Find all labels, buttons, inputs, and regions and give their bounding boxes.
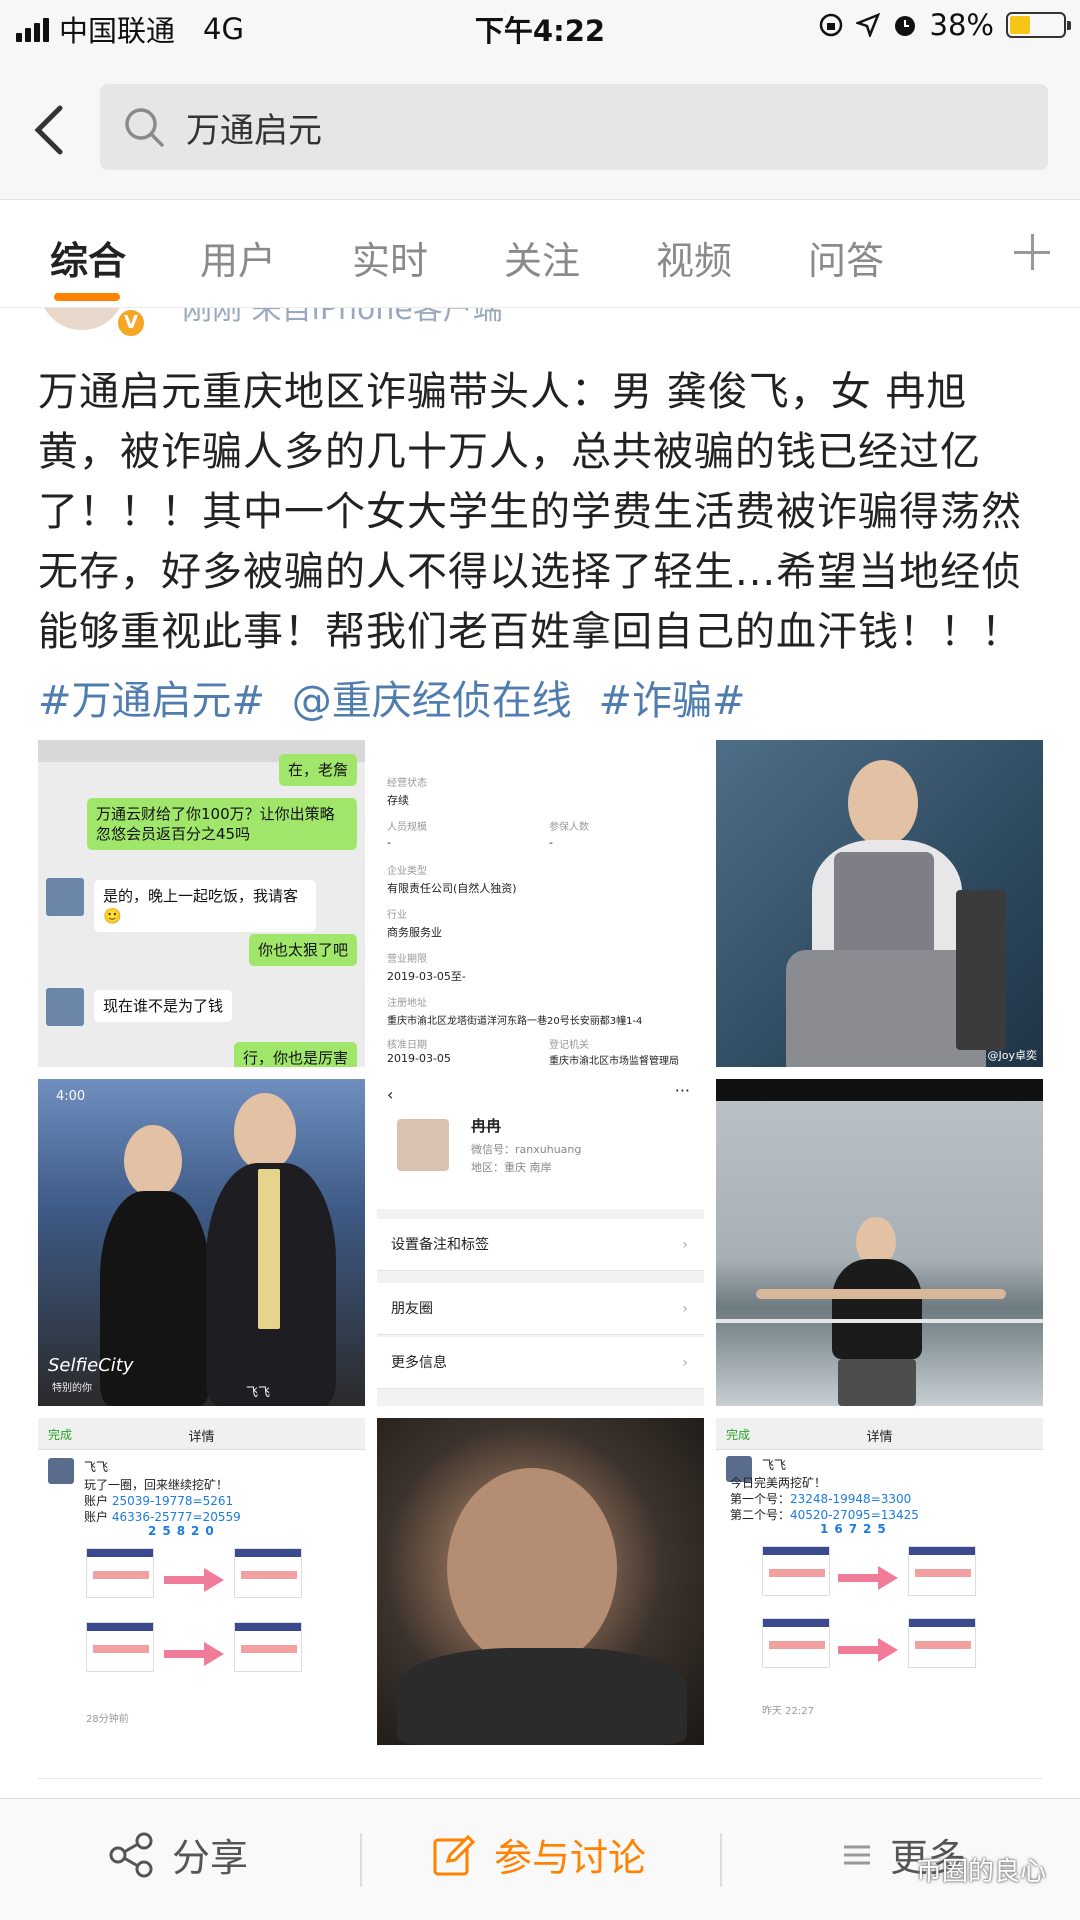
selfie-photo[interactable]: 4:00 SelfieCity 特别的你 飞飞 xyxy=(38,1079,365,1406)
mention-link[interactable]: @重庆经侦在线 xyxy=(292,678,572,724)
active-tab-indicator xyxy=(54,293,120,301)
battery-percent: 38% xyxy=(929,8,994,42)
watermark: 币圈的良心 xyxy=(915,1857,1046,1887)
arrow-icon xyxy=(838,1638,898,1662)
tab-video[interactable]: 视频 xyxy=(656,230,732,285)
rotation-lock-icon xyxy=(819,13,842,37)
chat-screenshot-image[interactable]: 在，老詹 万通云财给了你100万？让你出策略忽悠会员返百分之45吗 是的，晚上一… xyxy=(38,740,365,1067)
share-icon xyxy=(109,1832,153,1877)
search-header xyxy=(0,54,1080,200)
chat-bubble: 行，你也是厉害 xyxy=(233,1042,357,1067)
image-grid: 在，老詹 万通云财给了你100万？让你出策略忽悠会员返百分之45吗 是的，晚上一… xyxy=(38,740,1043,1745)
selfie-brand: SelfieCity xyxy=(48,1355,134,1376)
chevron-right-icon: › xyxy=(682,1355,688,1371)
chat-bubble: 你也太狠了吧 xyxy=(248,934,357,966)
status-bar: 中国联通 4G 下午4:22 38% xyxy=(0,0,1080,54)
bottom-action-bar: 分享 参与讨论 更多 币圈的良心 xyxy=(0,1798,1080,1920)
add-tab-icon[interactable] xyxy=(1014,234,1050,270)
portrait-photo[interactable]: @Joy卓奕 xyxy=(716,740,1043,1067)
chat-bubble: 在，老詹 xyxy=(278,754,357,786)
menu-icon xyxy=(844,1845,870,1864)
chevron-right-icon: › xyxy=(682,1237,688,1253)
avatar xyxy=(46,988,84,1026)
alarm-icon xyxy=(894,16,915,36)
search-box[interactable] xyxy=(100,84,1048,170)
avatar xyxy=(46,878,84,916)
arrow-icon xyxy=(164,1568,224,1592)
post-body: 万通启元重庆地区诈骗带头人：男 龚俊飞，女 冉旭黄，被诈骗人多的几十万人，总共被… xyxy=(38,369,1023,655)
avatar xyxy=(397,1119,449,1171)
company-info-image[interactable]: 经营状态 存续 人员规模 - 参保人数 - 企业类型 有限责任公司(自然人独资)… xyxy=(377,740,704,1067)
chat-bubble: 万通云财给了你100万？让你出策略忽悠会员返百分之45吗 xyxy=(87,798,357,850)
edit-icon xyxy=(433,1834,476,1875)
mining-screenshot-image[interactable]: 完成 详情 飞飞 今日完美两挖矿！ 第一个号：23248-19948=3300 … xyxy=(716,1418,1043,1745)
divider xyxy=(38,1778,1042,1779)
arrow-icon xyxy=(838,1566,898,1590)
more-icon: ··· xyxy=(674,1081,690,1100)
chevron-right-icon: › xyxy=(682,1301,688,1317)
photo-credit: @Joy卓奕 xyxy=(987,1049,1037,1062)
chat-bubble: 现在谁不是为了钱 xyxy=(94,990,233,1022)
tab-users[interactable]: 用户 xyxy=(200,230,276,285)
arrow-icon xyxy=(164,1642,224,1666)
tab-comprehensive[interactable]: 综合 xyxy=(50,230,126,285)
closeup-photo[interactable] xyxy=(377,1418,704,1745)
post-tags: #万通启元# @重庆经侦在线 #诈骗# xyxy=(38,668,1048,726)
wechat-profile-image[interactable]: ‹ ··· 冉冉 微信号：ranxuhuang 地区：重庆 南岸 设置备注和标签… xyxy=(377,1079,704,1406)
battery-icon xyxy=(1006,12,1071,38)
join-discussion-button[interactable]: 参与讨论 xyxy=(432,1827,646,1882)
mining-screenshot-image[interactable]: 完成 详情 飞飞 玩了一圈，回来继续挖矿！ 账户 25039-19778=526… xyxy=(38,1418,365,1745)
share-button[interactable]: 分享 xyxy=(108,1827,248,1882)
location-icon xyxy=(855,13,880,37)
search-icon xyxy=(125,108,164,147)
avatar xyxy=(48,1458,74,1484)
hashtag-link[interactable]: #诈骗# xyxy=(598,678,745,724)
verified-badge-icon: V xyxy=(116,308,146,338)
chat-bubble: 是的，晚上一起吃饭，我请客🙂 xyxy=(94,880,316,932)
tab-bar: 综合 用户 实时 关注 视频 问答 xyxy=(0,200,1080,308)
search-input[interactable] xyxy=(186,107,986,147)
hashtag-link[interactable]: #万通启元# xyxy=(38,678,265,724)
back-arrow-icon[interactable] xyxy=(26,100,74,160)
back-arrow-icon: ‹ xyxy=(387,1085,394,1104)
tab-following[interactable]: 关注 xyxy=(504,230,580,285)
waterfront-photo[interactable] xyxy=(716,1079,1043,1406)
tab-qa[interactable]: 问答 xyxy=(808,230,884,285)
tab-realtime[interactable]: 实时 xyxy=(352,230,428,285)
